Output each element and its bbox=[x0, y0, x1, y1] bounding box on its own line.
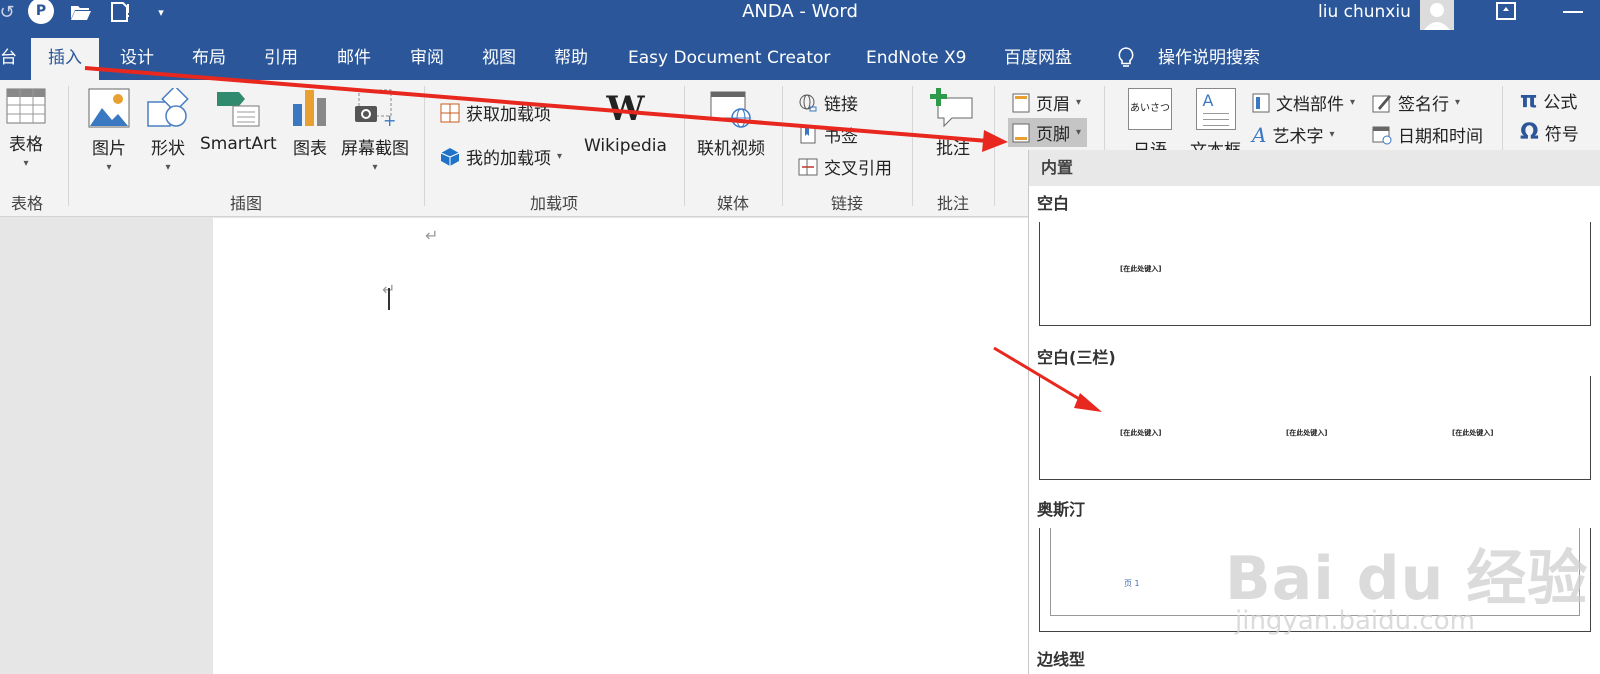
arrow-head-icon bbox=[982, 130, 1008, 152]
annotation-arrow bbox=[993, 346, 1087, 405]
annotation-arrows bbox=[84, 66, 1102, 412]
arrow-head-icon bbox=[1074, 393, 1102, 412]
annotation-arrow bbox=[84, 66, 989, 143]
